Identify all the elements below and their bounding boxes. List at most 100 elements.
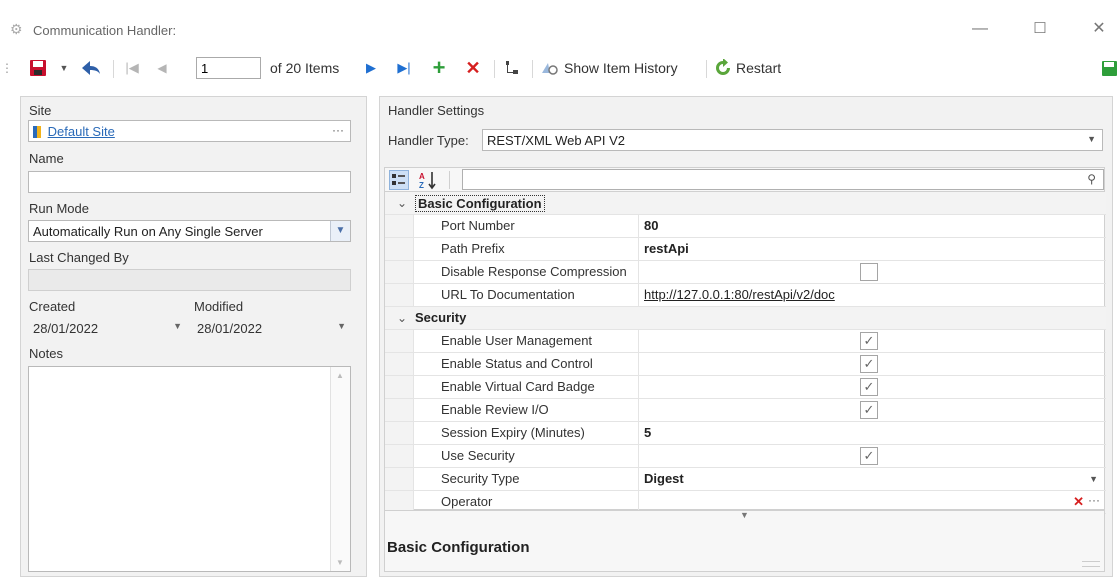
save-button[interactable] xyxy=(26,56,50,80)
add-icon[interactable]: + xyxy=(428,55,450,80)
toolbar-separator xyxy=(449,171,450,189)
handler-type-select[interactable]: REST/XML Web API V2 ▼ xyxy=(482,129,1103,151)
row-gutter xyxy=(385,284,414,306)
modified-date-picker[interactable]: 28/01/2022 ▼ xyxy=(192,317,351,339)
description-title: Basic Configuration xyxy=(387,539,530,556)
property-row[interactable]: Port Number 80 xyxy=(385,215,1106,238)
scroll-down-icon[interactable]: ▼ xyxy=(336,558,344,567)
chevron-down-icon[interactable]: ▼ xyxy=(1089,474,1098,484)
record-position-input[interactable] xyxy=(196,57,261,79)
created-date-picker[interactable]: 28/01/2022 ▼ xyxy=(28,317,187,339)
save-icon xyxy=(1102,61,1117,76)
category-label: Security xyxy=(415,310,467,325)
property-row[interactable]: Disable Response Compression xyxy=(385,261,1106,284)
checkbox-checked[interactable]: ✓ xyxy=(860,332,878,350)
scroll-up-icon[interactable]: ▲ xyxy=(336,371,344,380)
notes-label: Notes xyxy=(29,346,63,361)
category-basic-configuration[interactable]: ⌄ Basic Configuration xyxy=(385,192,1106,215)
chevron-down-icon[interactable]: ⌄ xyxy=(397,196,407,210)
notes-textarea[interactable]: ▲ ▼ xyxy=(28,366,351,572)
checkbox-checked[interactable]: ✓ xyxy=(860,378,878,396)
property-row[interactable]: Enable Status and Control ✓ xyxy=(385,353,1106,376)
chevron-down-icon[interactable]: ⌄ xyxy=(397,311,407,325)
resize-grip-icon[interactable] xyxy=(1082,561,1100,567)
next-record-icon[interactable]: ▶ xyxy=(362,56,380,80)
splitter-arrow-icon[interactable]: ▼ xyxy=(740,510,749,520)
categorized-icon xyxy=(392,174,405,185)
categorized-view-button[interactable] xyxy=(389,170,409,190)
checkbox-checked[interactable]: ✓ xyxy=(860,355,878,373)
sort-az-icon: A Z xyxy=(419,172,436,190)
name-input[interactable] xyxy=(28,171,351,193)
row-gutter xyxy=(385,261,414,283)
delete-icon[interactable]: ✕ xyxy=(462,56,484,80)
maximize-button[interactable]: ☐ xyxy=(1025,16,1055,42)
row-gutter xyxy=(385,330,414,352)
checkbox-unchecked[interactable] xyxy=(860,263,878,281)
property-row[interactable]: Enable Virtual Card Badge ✓ xyxy=(385,376,1106,399)
checkbox-checked[interactable]: ✓ xyxy=(860,401,878,419)
row-gutter xyxy=(385,445,414,467)
minimize-button[interactable]: — xyxy=(965,16,995,42)
handler-type-label: Handler Type: xyxy=(388,133,469,148)
property-name: Path Prefix xyxy=(414,238,639,261)
back-button[interactable] xyxy=(78,56,104,80)
last-changed-field xyxy=(28,269,351,291)
tree-view-button[interactable] xyxy=(502,56,524,80)
chevron-down-icon[interactable]: ▼ xyxy=(337,321,346,331)
property-value[interactable]: 80 xyxy=(641,215,658,238)
title-bar: ⚙ Communication Handler: — ☐ ✕ xyxy=(0,0,1117,46)
app-icon: ⚙ xyxy=(10,21,23,37)
sort-alphabetical-button[interactable]: A Z xyxy=(417,170,439,190)
save-icon-overflow[interactable] xyxy=(1101,56,1117,80)
handler-settings-label: Handler Settings xyxy=(388,103,485,118)
property-row[interactable]: Session Expiry (Minutes) 5 xyxy=(385,422,1106,445)
record-count-label: of 20 Items xyxy=(270,60,340,76)
chevron-down-icon[interactable]: ▼ xyxy=(173,321,182,331)
chevron-down-icon[interactable]: ▼ xyxy=(330,221,350,241)
property-row[interactable]: Enable User Management ✓ xyxy=(385,330,1106,353)
row-gutter xyxy=(385,215,414,237)
property-row[interactable]: Use Security ✓ xyxy=(385,445,1106,468)
checkbox-checked[interactable]: ✓ xyxy=(860,447,878,465)
last-record-icon[interactable]: ▶| xyxy=(393,56,415,80)
close-button[interactable]: ✕ xyxy=(1084,16,1114,42)
clear-icon[interactable]: ✕ xyxy=(1073,494,1084,510)
property-name: Use Security xyxy=(414,445,639,468)
site-ellipsis-icon[interactable]: ··· xyxy=(332,123,344,137)
modified-date-value: 28/01/2022 xyxy=(197,321,263,336)
ellipsis-icon[interactable]: ··· xyxy=(1088,493,1100,507)
previous-record-icon[interactable]: ◀ xyxy=(152,56,172,80)
property-value[interactable]: restApi xyxy=(641,238,689,261)
site-field[interactable]: Default Site ··· xyxy=(28,120,351,142)
property-grid-toolbar: A Z ⚲ xyxy=(384,167,1105,192)
search-icon[interactable]: ⚲ xyxy=(1087,172,1096,186)
record-toolbar: ⋮ ▼ |◀ ◀ of 20 Items ▶ ▶| + ✕ Show It xyxy=(0,50,1117,86)
property-row[interactable]: URL To Documentation http://127.0.0.1:80… xyxy=(385,284,1106,307)
run-mode-select[interactable]: Automatically Run on Any Single Server ▼ xyxy=(28,220,351,242)
property-row[interactable]: Enable Review I/O ✓ xyxy=(385,399,1106,422)
save-icon xyxy=(30,60,46,76)
property-row[interactable]: Security Type Digest ▼ xyxy=(385,468,1106,491)
restart-icon xyxy=(716,59,730,75)
site-link[interactable]: Default Site xyxy=(48,124,115,139)
property-value[interactable]: 5 xyxy=(641,422,651,445)
chevron-down-icon[interactable]: ▼ xyxy=(1087,134,1096,144)
category-security[interactable]: ⌄ Security xyxy=(385,307,1106,330)
documentation-link[interactable]: http://127.0.0.1:80/restApi/v2/doc xyxy=(641,284,835,307)
property-value[interactable]: Digest xyxy=(641,468,684,491)
svg-text:A: A xyxy=(419,172,425,181)
save-dropdown-icon[interactable]: ▼ xyxy=(56,56,72,80)
tree-icon xyxy=(506,61,518,74)
notes-scrollbar[interactable]: ▲ ▼ xyxy=(330,367,350,571)
show-item-history-button[interactable]: Show Item History xyxy=(540,56,700,80)
first-record-icon[interactable]: |◀ xyxy=(122,56,142,80)
created-date-value: 28/01/2022 xyxy=(33,321,99,336)
handler-type-value: REST/XML Web API V2 xyxy=(487,133,625,148)
toolbar-grip[interactable]: ⋮ xyxy=(1,56,13,80)
property-search-input[interactable] xyxy=(462,169,1104,190)
property-row[interactable]: Path Prefix restApi xyxy=(385,238,1106,261)
property-name: Enable Status and Control xyxy=(414,353,639,376)
restart-button[interactable]: Restart xyxy=(714,56,794,80)
run-mode-label: Run Mode xyxy=(29,201,89,216)
